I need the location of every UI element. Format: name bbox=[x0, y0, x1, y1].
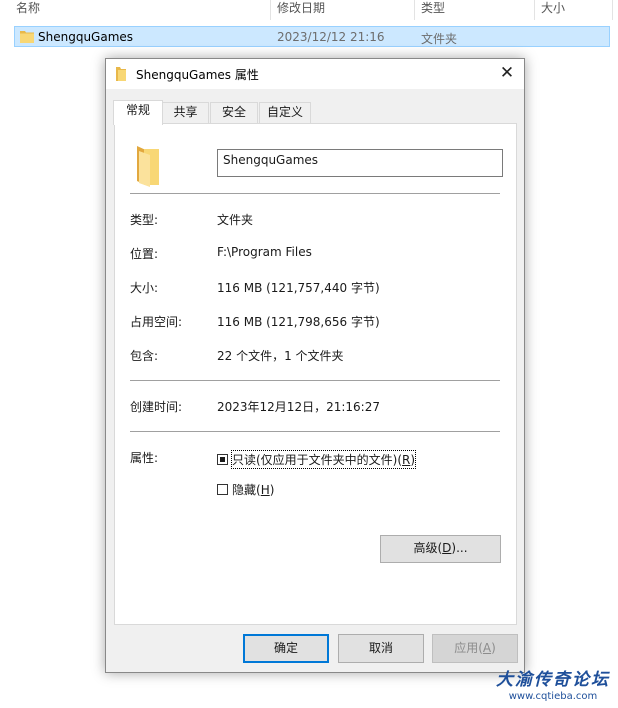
file-row-selected[interactable]: ShengquGames 2023/12/12 21:16 文件夹 bbox=[14, 26, 610, 47]
divider bbox=[130, 380, 500, 381]
created-value: 2023年12月12日，21:16:27 bbox=[217, 400, 380, 414]
size-label: 大小: bbox=[130, 281, 159, 295]
apply-button[interactable]: 应用(A) bbox=[432, 634, 518, 663]
size-on-disk-label: 占用空间: bbox=[130, 315, 183, 329]
watermark-url: www.cqtieba.com bbox=[508, 691, 598, 702]
advanced-button[interactable]: 高级(D)... bbox=[380, 535, 501, 563]
watermark-title: 大渝传奇论坛 bbox=[496, 670, 610, 690]
dialog-title: ShengquGames 属性 bbox=[136, 68, 259, 82]
folder-icon bbox=[116, 67, 126, 81]
readonly-checkbox-label[interactable]: 只读(仅应用于文件夹中的文件)(R) bbox=[230, 450, 417, 469]
type-label: 类型: bbox=[130, 213, 159, 227]
title-bar[interactable]: ShengquGames 属性 ✕ bbox=[106, 59, 524, 89]
readonly-checkbox[interactable] bbox=[217, 454, 228, 465]
created-label: 创建时间: bbox=[130, 400, 183, 414]
close-button[interactable]: ✕ bbox=[490, 59, 524, 89]
tab-security[interactable]: 安全 bbox=[210, 102, 258, 123]
size-value: 116 MB (121,757,440 字节) bbox=[217, 281, 380, 295]
column-divider[interactable] bbox=[612, 0, 613, 20]
size-on-disk-value: 116 MB (121,798,656 字节) bbox=[217, 315, 380, 329]
location-value: F:\Program Files bbox=[217, 245, 312, 259]
hidden-checkbox[interactable] bbox=[217, 484, 228, 495]
file-type: 文件夹 bbox=[421, 32, 458, 46]
close-icon: ✕ bbox=[499, 63, 515, 83]
contains-value: 22 个文件，1 个文件夹 bbox=[217, 349, 344, 363]
folder-icon bbox=[137, 146, 159, 187]
attributes-label: 属性: bbox=[130, 451, 159, 465]
column-size[interactable]: 大小 bbox=[535, 0, 565, 20]
site-watermark: 大渝传奇论坛 www.cqtieba.com bbox=[492, 665, 614, 702]
hidden-checkbox-label[interactable]: 隐藏(H) bbox=[232, 481, 274, 498]
column-name[interactable]: 名称 bbox=[10, 0, 40, 20]
file-name: ShengquGames bbox=[38, 30, 134, 44]
folder-icon bbox=[20, 31, 34, 43]
file-date: 2023/12/12 21:16 bbox=[277, 30, 385, 44]
general-tab-panel: ShengquGames 类型: 文件夹 位置: F:\Program File… bbox=[114, 123, 517, 625]
type-value: 文件夹 bbox=[217, 213, 254, 227]
properties-dialog: ShengquGames 属性 ✕ 常规 共享 安全 自定义 ShengquGa… bbox=[105, 58, 525, 673]
contains-label: 包含: bbox=[130, 349, 159, 363]
folder-name-input[interactable]: ShengquGames bbox=[217, 149, 503, 177]
explorer-column-header: 名称 修改日期 类型 大小 bbox=[0, 0, 618, 20]
cancel-button[interactable]: 取消 bbox=[338, 634, 424, 663]
location-label: 位置: bbox=[130, 247, 159, 261]
tab-customize[interactable]: 自定义 bbox=[259, 102, 311, 123]
divider bbox=[130, 431, 500, 432]
tab-sharing[interactable]: 共享 bbox=[162, 102, 209, 123]
column-date[interactable]: 修改日期 bbox=[271, 0, 325, 20]
divider bbox=[130, 193, 500, 194]
tab-general[interactable]: 常规 bbox=[113, 100, 163, 125]
column-type[interactable]: 类型 bbox=[415, 0, 445, 20]
ok-button[interactable]: 确定 bbox=[243, 634, 329, 663]
